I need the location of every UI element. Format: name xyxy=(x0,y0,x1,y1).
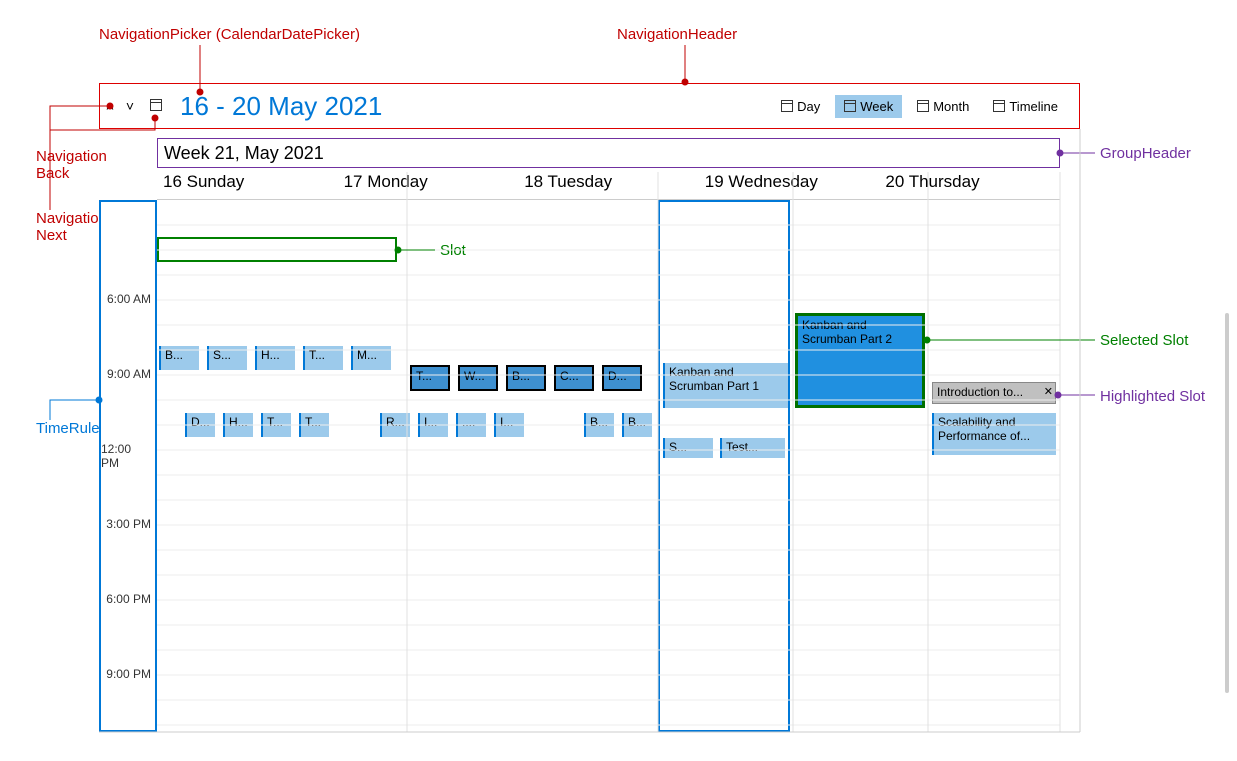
calendar-picker-icon[interactable] xyxy=(150,98,162,114)
time-label: 6:00 PM xyxy=(106,592,151,606)
day-header[interactable]: 18 Tuesday xyxy=(518,172,699,200)
group-header: Week 21, May 2021 xyxy=(157,138,1060,168)
anno-time-ruler: TimeRuler xyxy=(36,420,105,437)
time-ruler: 6:00 AM 9:00 AM 12:00 PM 3:00 PM 6:00 PM… xyxy=(99,200,157,732)
time-label: 9:00 PM xyxy=(106,667,151,681)
appointment[interactable]: H... xyxy=(223,413,253,437)
scrollbar-thumb[interactable] xyxy=(1225,313,1229,693)
calendar-icon xyxy=(781,100,793,112)
view-label: Timeline xyxy=(1009,99,1058,114)
view-buttons: Day Week Month Timeline xyxy=(772,95,1079,118)
close-icon[interactable]: ✕ xyxy=(1044,385,1053,398)
appointment[interactable]: T... xyxy=(261,413,291,437)
day-headers: 16 Sunday 17 Monday 18 Tuesday 19 Wednes… xyxy=(157,172,1060,200)
anno-nav-header: NavigationHeader xyxy=(617,26,737,43)
appointment[interactable]: D... xyxy=(185,413,215,437)
appointment[interactable]: T... xyxy=(299,413,329,437)
view-week-button[interactable]: Week xyxy=(835,95,902,118)
view-month-button[interactable]: Month xyxy=(908,95,978,118)
day-header[interactable]: 19 Wednesday xyxy=(699,172,880,200)
calendar-icon xyxy=(844,100,856,112)
time-label: 9:00 AM xyxy=(107,367,151,381)
time-label: 3:00 PM xyxy=(106,517,151,531)
appointment[interactable]: S... xyxy=(663,438,713,458)
appointment[interactable]: R... xyxy=(380,413,410,437)
appointment[interactable]: Test... xyxy=(720,438,785,458)
nav-back-button[interactable]: ˄ xyxy=(100,98,120,114)
navigation-header: ˄ ˅ 16 - 20 May 2021 Day Week Month Time… xyxy=(99,83,1080,129)
view-label: Day xyxy=(797,99,820,114)
day-header[interactable]: 20 Thursday xyxy=(879,172,1060,200)
view-label: Month xyxy=(933,99,969,114)
appointment[interactable]: W... xyxy=(458,365,498,391)
calendar-icon xyxy=(917,100,929,112)
calendar-grid[interactable] xyxy=(157,200,1060,732)
view-label: Week xyxy=(860,99,893,114)
calendar-icon xyxy=(993,100,1005,112)
appointment[interactable]: B... xyxy=(584,413,614,437)
group-header-text: Week 21, May 2021 xyxy=(164,143,324,164)
view-timeline-button[interactable]: Timeline xyxy=(984,95,1067,118)
today-column-outline xyxy=(658,200,790,732)
nav-next-button[interactable]: ˅ xyxy=(120,98,140,114)
time-label: 6:00 AM xyxy=(107,292,151,306)
appointment[interactable]: M... xyxy=(351,346,391,370)
appointment[interactable]: B... xyxy=(506,365,546,391)
appointment-highlighted[interactable]: Introduction to... ✕ xyxy=(932,382,1056,404)
anno-highlighted-slot: Highlighted Slot xyxy=(1100,388,1205,405)
time-label: 12:00 PM xyxy=(101,442,151,470)
appointment[interactable]: I... xyxy=(494,413,524,437)
appointment[interactable]: B... xyxy=(159,346,199,370)
anno-selected-slot: Selected Slot xyxy=(1100,332,1188,349)
appointment[interactable]: Scalability and Performance of... xyxy=(932,413,1056,455)
appointment[interactable]: T... xyxy=(303,346,343,370)
anno-nav-picker: NavigationPicker (CalendarDatePicker) xyxy=(99,26,360,43)
appointment[interactable]: B... xyxy=(622,413,652,437)
appointment[interactable]: .... xyxy=(456,413,486,437)
anno-group-header: GroupHeader xyxy=(1100,145,1191,162)
day-header[interactable]: 16 Sunday xyxy=(157,172,338,200)
appointment[interactable]: S... xyxy=(207,346,247,370)
anno-nav-next: Navigation Next xyxy=(36,210,107,244)
appointment[interactable]: I... xyxy=(418,413,448,437)
view-day-button[interactable]: Day xyxy=(772,95,829,118)
anno-nav-back: Navigation Back xyxy=(36,148,107,182)
appointment[interactable]: H... xyxy=(255,346,295,370)
appointment-label: Introduction to... xyxy=(937,385,1023,399)
appointment-selected[interactable]: Kanban and Scrumban Part 2 xyxy=(795,313,925,408)
header-date-title: 16 - 20 May 2021 xyxy=(180,91,382,122)
appointment-kanban1[interactable]: Kanban and Scrumban Part 1 xyxy=(663,363,788,408)
appointment[interactable]: C... xyxy=(554,365,594,391)
day-header[interactable]: 17 Monday xyxy=(338,172,519,200)
appointment[interactable]: T... xyxy=(410,365,450,391)
appointment[interactable]: D... xyxy=(602,365,642,391)
